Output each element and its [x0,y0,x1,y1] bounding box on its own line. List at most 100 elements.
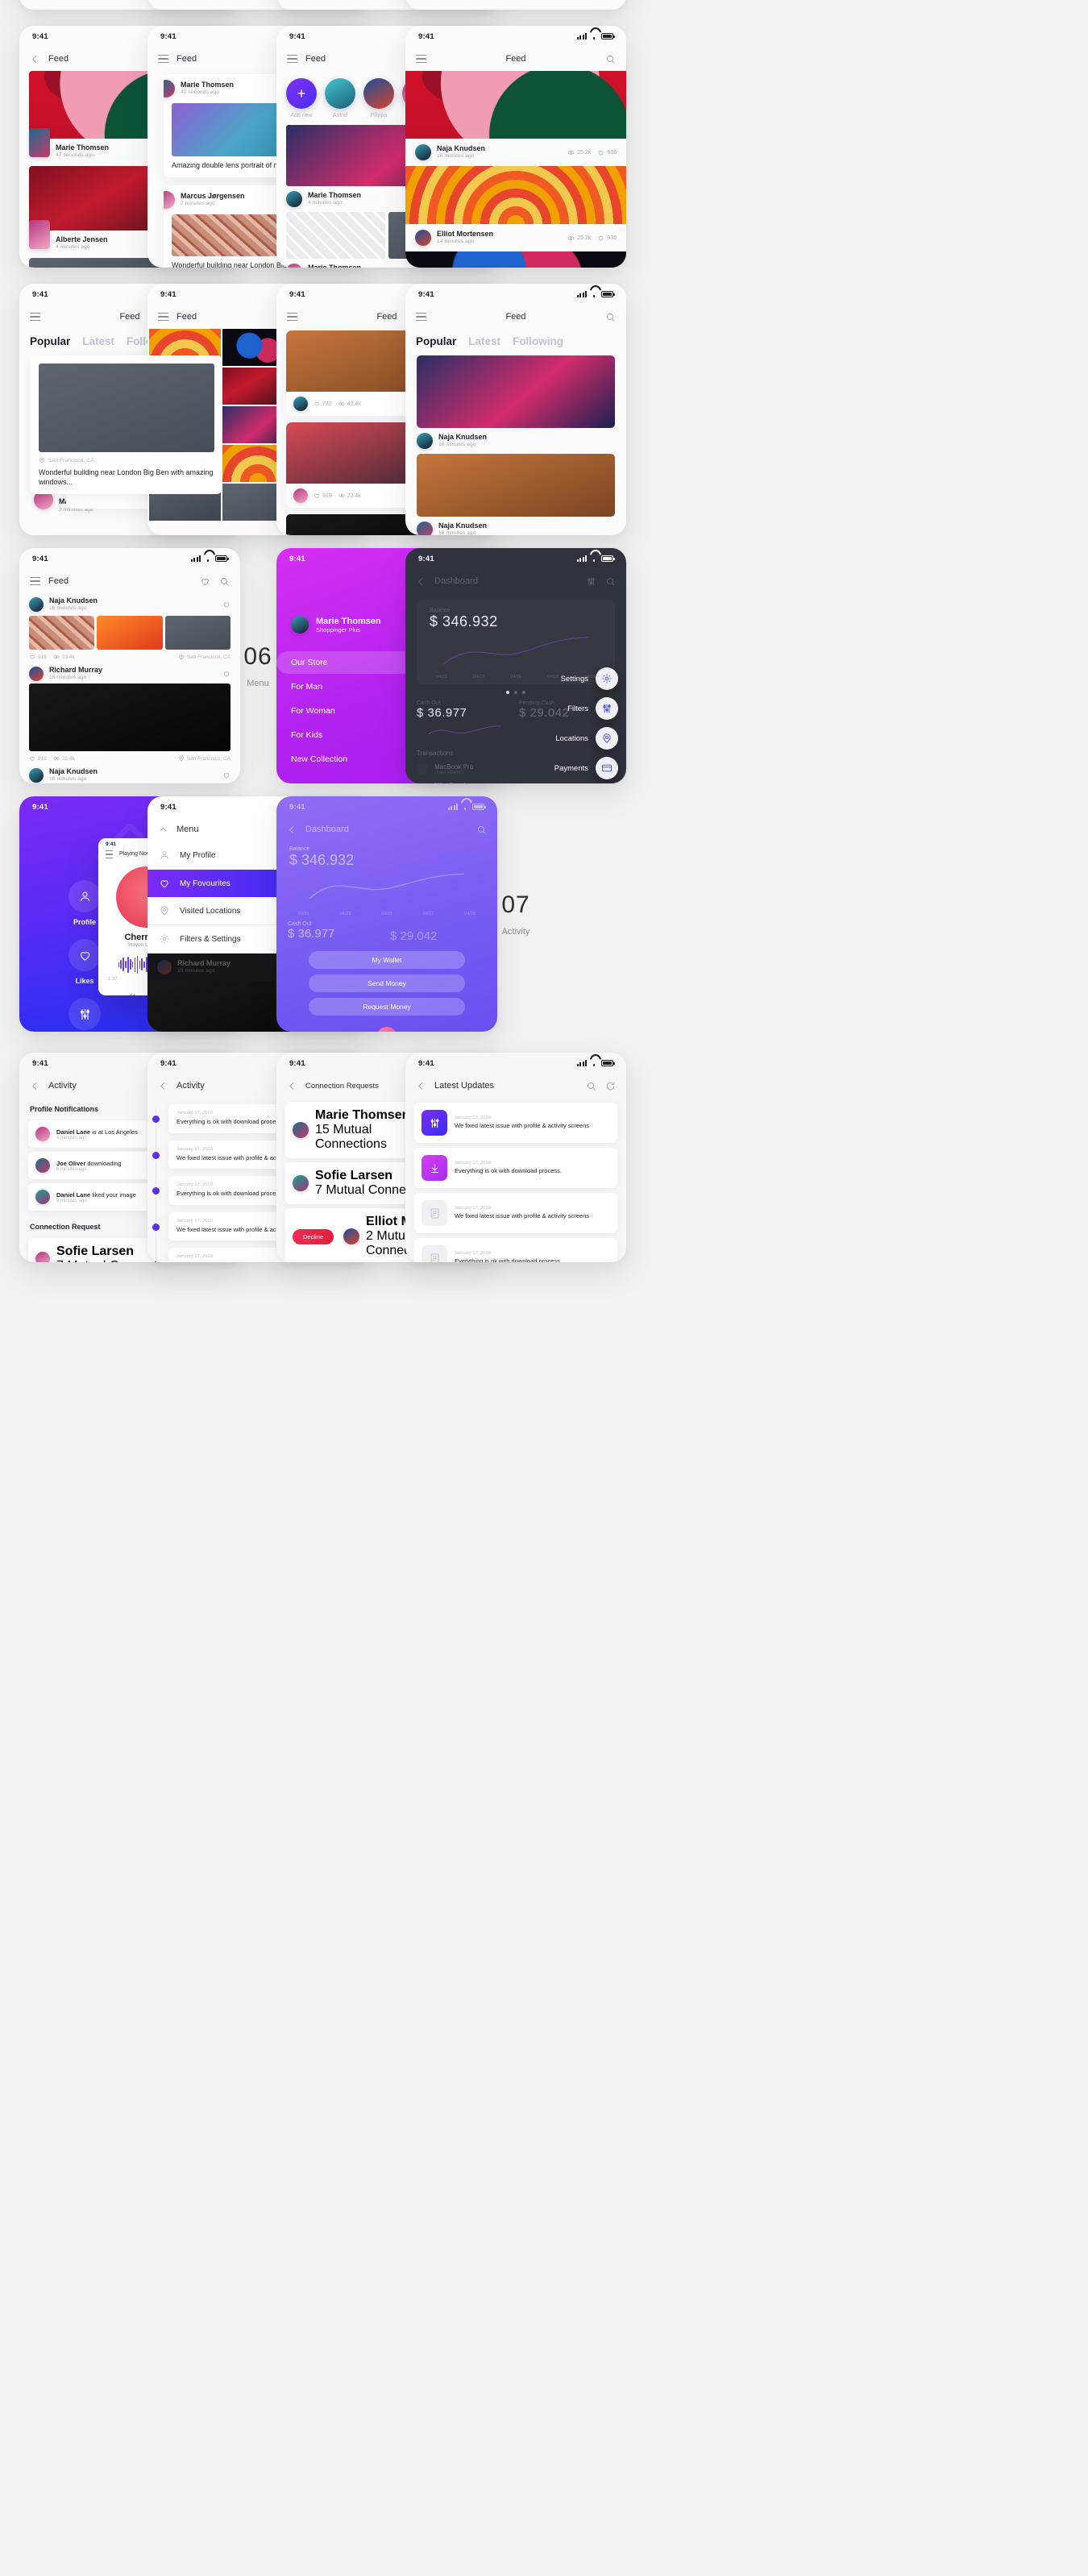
fab-settings[interactable]: Settings [561,667,618,690]
tab-latest[interactable]: Latest [468,335,500,347]
like-count: 919 [38,755,47,762]
menu-icon[interactable] [416,313,426,321]
tab-following[interactable]: Following [513,335,563,347]
chevron-up-icon[interactable] [158,825,168,835]
close-icon[interactable]: ✕ [376,1027,397,1032]
avatar[interactable] [29,128,50,158]
menu-icon[interactable] [158,55,168,63]
avatar[interactable] [291,616,309,634]
fab-payments[interactable]: Payments [554,757,618,779]
avatar[interactable] [293,397,308,411]
rewind-icon[interactable] [127,991,136,995]
avatar[interactable] [293,1175,309,1191]
avatar[interactable] [29,768,44,783]
page-title: Dashboard [434,576,478,586]
post-photo[interactable] [405,251,626,268]
back-icon[interactable] [287,825,297,835]
menu-icon[interactable] [30,313,40,321]
search-icon[interactable] [605,312,616,322]
post-photo[interactable] [417,454,615,517]
menu-icon[interactable] [287,313,297,321]
fab-menu[interactable]: Settings Filters Locations Payments ✕ [554,667,618,783]
decline-button[interactable]: Decline [293,1228,334,1244]
menu-icon[interactable] [30,577,40,585]
avatar[interactable] [35,1252,50,1262]
page-title: Latest Updates [434,1081,494,1091]
back-icon[interactable] [30,54,40,64]
tab-popular[interactable]: Popular [416,335,456,347]
update-row[interactable]: January 23, 2019 We fixed latest issue w… [414,1103,617,1143]
avatar[interactable] [415,230,431,247]
gear-icon [159,933,170,945]
avatar[interactable] [343,1228,360,1244]
tab-popular[interactable]: Popular [30,335,70,347]
avatar[interactable] [164,191,175,210]
story-avatar[interactable] [363,78,394,109]
story-avatar[interactable] [325,78,355,109]
avatar[interactable] [29,597,44,613]
gear-icon [601,673,613,684]
avatar[interactable] [35,1190,50,1204]
slide-number: 07 [501,891,530,918]
menu-icon[interactable] [287,55,297,63]
post-photo[interactable] [286,212,385,260]
avatar[interactable] [35,1127,50,1141]
post-photo[interactable] [405,166,626,225]
avatar[interactable] [415,144,431,161]
signal-icon [577,291,587,297]
update-row[interactable]: January 17, 2019 We fixed latest issue w… [414,1193,617,1233]
transaction-icon [417,764,428,775]
post-photo[interactable] [39,364,214,452]
notification-action: downloading [87,1159,122,1167]
story-item-add[interactable]: + Add new [286,78,317,118]
fab-locations[interactable]: Locations [555,727,618,750]
avatar[interactable] [417,521,433,535]
avatar[interactable] [29,667,44,682]
tab-bar[interactable]: Popular Latest Following [405,329,626,355]
heart-icon[interactable] [597,149,604,156]
back-icon[interactable] [416,1081,426,1091]
quick-item-filters[interactable]: Filters [47,998,123,1032]
heart-icon[interactable] [314,492,320,499]
menu-icon[interactable] [416,55,426,63]
back-icon[interactable] [416,576,426,587]
avatar[interactable] [293,1122,309,1138]
search-icon[interactable] [605,576,616,587]
back-icon[interactable] [158,1081,168,1091]
back-icon[interactable] [30,1081,40,1091]
story-label: Astrid [333,113,347,118]
avatar[interactable] [164,80,175,98]
search-icon[interactable] [586,1081,596,1091]
update-row[interactable]: January 17, 2019 Everything is ok with d… [414,1238,617,1262]
back-icon[interactable] [287,1081,297,1091]
heart-icon[interactable] [29,755,35,762]
fab-filters[interactable]: Filters [567,697,618,720]
tab-latest[interactable]: Latest [82,335,114,347]
post-photo[interactable] [405,71,626,139]
post-photo[interactable] [417,355,615,428]
menu-icon[interactable] [106,850,113,858]
avatar[interactable] [29,220,50,250]
story-item[interactable]: Astrid [325,78,355,118]
profile-name: Marie Thomsen [316,616,381,626]
heart-icon[interactable] [314,401,320,407]
avatar[interactable] [286,264,302,268]
avatar[interactable] [286,191,302,208]
refresh-icon[interactable] [605,1081,616,1091]
sliders-icon[interactable] [586,576,596,587]
avatar[interactable] [293,488,308,503]
grid-photo[interactable] [29,616,95,650]
post-author: Elliot Mortensen [437,230,494,239]
avatar[interactable] [35,1158,50,1173]
menu-icon[interactable] [158,313,168,321]
feed-card[interactable]: San Francisco, CA Wonderful building nea… [31,355,222,495]
search-icon[interactable] [605,54,616,64]
update-text: Everything is ok with download process. [455,1257,562,1262]
update-row[interactable]: January 17, 2019 Everything is ok with d… [414,1148,617,1188]
story-item[interactable]: Filippa [363,78,394,118]
notification-name: Daniel Lane [56,1190,91,1199]
avatar[interactable] [417,433,433,450]
add-story-icon[interactable]: + [286,78,317,109]
heart-icon[interactable] [29,654,35,660]
heart-icon[interactable] [597,235,604,242]
